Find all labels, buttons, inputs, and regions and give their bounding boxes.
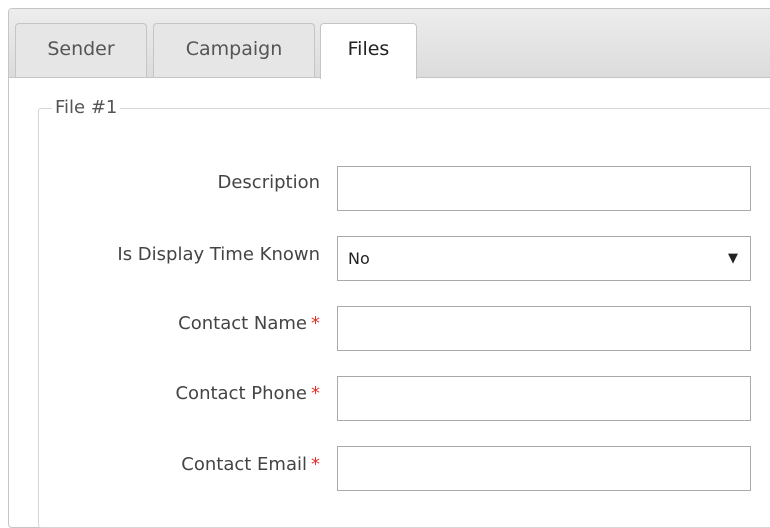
description-input[interactable] — [337, 166, 751, 211]
tab-sender[interactable]: Sender — [15, 23, 147, 77]
contact-email-input[interactable] — [337, 446, 751, 491]
description-label: Description — [217, 172, 320, 193]
display-time-known-select[interactable]: No ▼ — [337, 236, 751, 281]
tab-campaign[interactable]: Campaign — [153, 23, 315, 77]
contact-phone-label: Contact Phone * — [175, 383, 320, 404]
contact-name-label: Contact Name * — [178, 313, 320, 334]
tab-bar: Sender Campaign Files — [9, 9, 770, 79]
contact-phone-input[interactable] — [337, 376, 751, 421]
display-time-known-label: Is Display Time Known — [117, 244, 320, 265]
chevron-down-icon: ▼ — [728, 251, 738, 266]
fieldset-legend: File #1 — [52, 97, 121, 118]
contact-name-input[interactable] — [337, 306, 751, 351]
required-asterisk: * — [311, 454, 320, 475]
tab-files[interactable]: Files — [320, 23, 417, 79]
contact-email-label: Contact Email * — [181, 454, 320, 475]
required-asterisk: * — [311, 383, 320, 404]
required-asterisk: * — [311, 313, 320, 334]
display-time-known-value: No — [348, 249, 370, 268]
